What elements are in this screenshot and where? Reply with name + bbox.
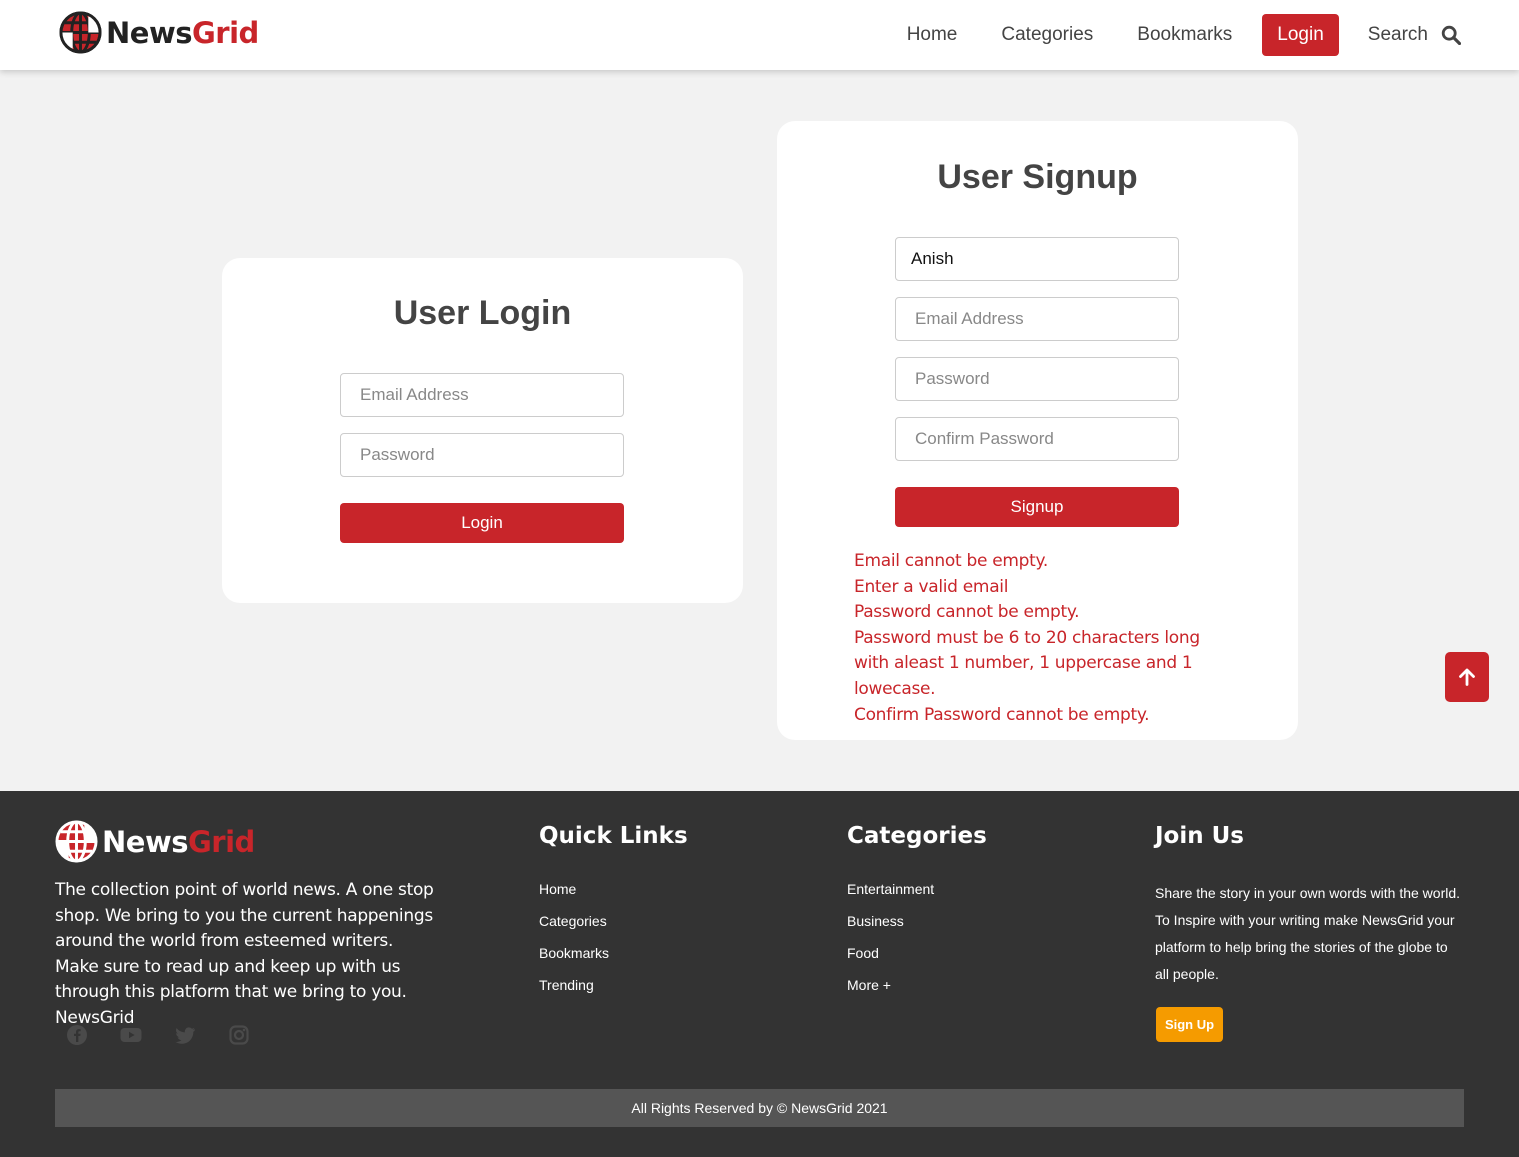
globe-logo-icon [55, 820, 98, 863]
nav-search[interactable]: Search [1368, 24, 1461, 46]
twitter-icon[interactable] [174, 1024, 196, 1046]
signup-error-list: Email cannot be empty. Enter a valid ema… [854, 549, 1234, 728]
footer-brand-name-part2: Grid [188, 824, 255, 859]
facebook-icon[interactable] [66, 1024, 88, 1046]
login-email-input[interactable]: Email Address [340, 373, 624, 417]
error-message: Email cannot be empty. [854, 551, 1048, 571]
nav-menu: Home Categories Bookmarks Login Search [907, 14, 1461, 56]
arrow-up-icon [1459, 668, 1475, 686]
brand-logo[interactable]: NewsGrid [59, 11, 259, 54]
signup-button[interactable]: Signup [895, 487, 1179, 527]
footer-brand-name-part1: News [102, 824, 189, 859]
footer-link-categories[interactable]: Categories [539, 913, 609, 945]
footer-link-home[interactable]: Home [539, 881, 609, 913]
login-title: User Login [393, 294, 572, 332]
nav-bookmarks[interactable]: Bookmarks [1137, 24, 1232, 46]
login-button[interactable]: Login [340, 503, 624, 543]
brand-name: NewsGrid [106, 16, 259, 50]
footer-about-text: The collection point of world news. A on… [55, 880, 434, 1028]
signup-email-input[interactable]: Email Address [895, 297, 1179, 341]
signup-title: User Signup [937, 158, 1138, 196]
error-message: Password must be 6 to 20 characters long… [854, 627, 1200, 699]
nav-home[interactable]: Home [907, 24, 958, 46]
error-message: Confirm Password cannot be empty. [854, 704, 1150, 725]
join-us-text: Share the story in your own words with t… [1155, 885, 1461, 982]
categories-heading: Categories [847, 823, 987, 849]
login-password-input[interactable]: Password [340, 433, 624, 477]
footer-category-food[interactable]: Food [847, 945, 934, 977]
error-message: Enter a valid email [854, 576, 1009, 597]
footer-category-business[interactable]: Business [847, 913, 934, 945]
signup-name-input[interactable]: Anish [895, 237, 1179, 281]
quick-links-heading: Quick Links [539, 823, 688, 849]
scroll-to-top-button[interactable] [1445, 652, 1489, 702]
footer-signup-button[interactable]: Sign Up [1156, 1007, 1223, 1042]
nav-search-label: Search [1367, 24, 1428, 45]
youtube-icon[interactable] [120, 1024, 142, 1046]
social-links [66, 1024, 282, 1046]
footer-category-more[interactable]: More + [847, 977, 934, 1009]
categories-list: Entertainment Business Food More + [847, 881, 934, 1009]
copyright-bar: All Rights Reserved by © NewsGrid 2021 [55, 1089, 1464, 1127]
signup-card: User Signup Anish Email Address Password… [777, 121, 1298, 740]
footer-brand-logo[interactable]: NewsGrid [55, 820, 255, 863]
error-message: Password cannot be empty. [854, 602, 1080, 623]
globe-logo-icon [59, 11, 102, 54]
footer-brand-name: NewsGrid [102, 825, 255, 859]
brand-name-part1: News [106, 15, 193, 50]
footer-category-entertainment[interactable]: Entertainment [847, 881, 934, 913]
footer: NewsGrid The collection point of world n… [0, 791, 1519, 1157]
nav-categories[interactable]: Categories [1001, 24, 1093, 46]
footer-link-trending[interactable]: Trending [539, 977, 609, 1009]
signup-confirm-password-input[interactable]: Confirm Password [895, 417, 1179, 461]
top-navbar: NewsGrid Home Categories Bookmarks Login… [0, 0, 1519, 70]
instagram-icon[interactable] [228, 1024, 250, 1046]
search-icon[interactable] [1441, 25, 1461, 45]
brand-name-part2: Grid [192, 15, 259, 50]
footer-link-bookmarks[interactable]: Bookmarks [539, 945, 609, 977]
quick-links-list: Home Categories Bookmarks Trending [539, 881, 609, 1009]
nav-login-button[interactable]: Login [1262, 14, 1339, 56]
login-card: User Login Email Address Password Login [222, 258, 743, 603]
signup-password-input[interactable]: Password [895, 357, 1179, 401]
join-us-heading: Join Us [1155, 823, 1244, 849]
